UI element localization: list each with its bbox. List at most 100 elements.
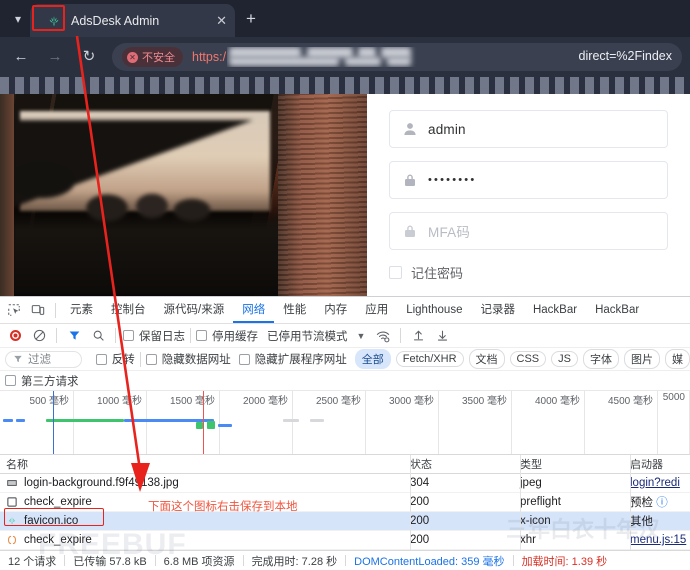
document-file-icon [6, 496, 18, 508]
tab-hackbar-1[interactable]: HackBar [524, 297, 586, 323]
overview-tick: 2000 毫秒 [243, 392, 288, 407]
insecure-badge[interactable]: ✕ 不安全 [122, 47, 183, 67]
checkbox-box [196, 330, 207, 341]
tab-application[interactable]: 应用 [356, 297, 397, 323]
column-divider[interactable] [410, 455, 411, 551]
filter-input[interactable]: 过滤 [5, 351, 82, 368]
tab-memory[interactable]: 内存 [315, 297, 356, 323]
hide-data-urls-label: 隐藏数据网址 [162, 351, 231, 367]
request-name-cell: check_expire [0, 534, 410, 546]
hide-data-urls-checkbox[interactable]: 隐藏数据网址 [146, 351, 231, 367]
upload-icon[interactable] [406, 324, 430, 348]
column-header-type[interactable]: 类型 [520, 456, 630, 472]
disable-cache-checkbox[interactable]: 停用缓存 [196, 328, 258, 344]
browser-tab[interactable]: AdsDesk Admin ✕ [30, 4, 235, 37]
type-filter-doc[interactable]: 文档 [469, 349, 505, 369]
mfa-field[interactable]: MFA码 [389, 212, 668, 250]
request-initiator[interactable]: 预检 ⓘ [630, 494, 690, 510]
column-header-name[interactable]: 名称 [0, 456, 410, 472]
remember-password-row[interactable]: 记住密码 [389, 263, 668, 282]
tab-hackbar-2[interactable]: HackBar [586, 297, 648, 323]
reload-icon[interactable]: ↻ [76, 44, 102, 70]
user-icon [402, 121, 418, 137]
photo-trees [12, 120, 282, 296]
column-header-status[interactable]: 状态 [410, 456, 520, 472]
invert-checkbox[interactable]: 反转 [96, 351, 135, 367]
tab-lighthouse[interactable]: Lighthouse [397, 297, 471, 323]
close-icon[interactable]: ✕ [210, 13, 227, 29]
wifi-settings-icon[interactable] [371, 324, 395, 348]
network-overview-timeline[interactable]: 500 毫秒 1000 毫秒 1500 毫秒 2000 毫秒 2500 毫秒 3… [0, 391, 690, 455]
type-filter-media[interactable]: 媒 [665, 349, 690, 369]
request-status: 200 [410, 496, 520, 508]
tab-recorder[interactable]: 记录器 [471, 297, 524, 323]
lock-icon [402, 223, 418, 239]
column-divider[interactable] [630, 455, 631, 551]
browser-tab-title: AdsDesk Admin [71, 14, 210, 28]
network-request-table: 名称 状态 类型 启动器 login-background.f9f49138.j… [0, 455, 690, 550]
dom-content-loaded-marker [53, 391, 54, 455]
tab-network[interactable]: 网络 [233, 297, 274, 323]
throttling-select[interactable]: 已停用节流模式 [267, 328, 348, 344]
address-bar[interactable]: ✕ 不安全 https:/ direct=%2Findex [112, 43, 682, 71]
chevron-down-icon[interactable]: ▼ [357, 331, 366, 341]
overview-tick: 500 毫秒 [30, 392, 69, 407]
request-status: 200 [410, 534, 520, 546]
filter-icon[interactable] [62, 324, 86, 348]
third-party-requests-checkbox[interactable]: 第三方请求 [5, 373, 79, 389]
request-name-cell: login-background.f9f49138.jpg [0, 477, 410, 489]
inspect-element-icon[interactable] [2, 298, 26, 322]
preserve-log-checkbox[interactable]: 保留日志 [123, 328, 185, 344]
type-filter-fetch-xhr[interactable]: Fetch/XHR [396, 351, 464, 367]
clear-icon[interactable] [27, 324, 51, 348]
type-filter-font[interactable]: 字体 [583, 349, 619, 369]
search-icon[interactable] [86, 324, 110, 348]
device-toolbar-icon[interactable] [26, 298, 50, 322]
request-initiator[interactable]: login?redi [630, 477, 690, 489]
column-header-initiator[interactable]: 启动器 [630, 456, 690, 472]
username-field[interactable]: admin [389, 110, 668, 148]
load-event-marker [203, 391, 204, 455]
overview-bar [46, 419, 124, 422]
record-icon[interactable] [3, 324, 27, 348]
table-row[interactable]: check_expire 200 preflight 预检 ⓘ [0, 493, 690, 512]
request-initiator-text: 预检 [630, 497, 653, 509]
invert-label: 反转 [112, 351, 135, 367]
tab-performance[interactable]: 性能 [274, 297, 315, 323]
checkbox-box [123, 330, 134, 341]
column-divider[interactable] [520, 455, 521, 551]
password-field[interactable]: •••••••• [389, 161, 668, 199]
script-file-icon [6, 534, 18, 546]
info-icon[interactable]: ⓘ [656, 497, 668, 509]
request-initiator[interactable]: menu.js:15 [630, 534, 690, 546]
divider [243, 555, 244, 566]
preserve-log-label: 保留日志 [139, 328, 185, 344]
divider [345, 555, 346, 566]
type-filter-img[interactable]: 图片 [624, 349, 660, 369]
remember-password-label: 记住密码 [411, 263, 463, 282]
tab-search-chevron-down-icon[interactable]: ▾ [8, 9, 28, 29]
table-row[interactable]: favicon.ico 200 x-icon 其他 [0, 512, 690, 531]
checkbox-box [146, 354, 157, 365]
network-controls-toolbar: 保留日志 停用缓存 已停用节流模式 ▼ [0, 324, 690, 348]
tab-console[interactable]: 控制台 [102, 297, 155, 323]
overview-bar [3, 419, 13, 422]
type-filter-all[interactable]: 全部 [355, 349, 391, 369]
remember-password-checkbox[interactable] [389, 266, 402, 279]
new-tab-button[interactable]: + [240, 9, 262, 31]
insecure-label: 不安全 [142, 49, 175, 65]
hide-extension-urls-checkbox[interactable]: 隐藏扩展程序网址 [239, 351, 347, 367]
tab-sources[interactable]: 源代码/来源 [155, 297, 234, 323]
overview-bar [218, 424, 232, 427]
arrow-right-icon[interactable]: → [42, 44, 68, 70]
hide-extension-urls-label: 隐藏扩展程序网址 [255, 351, 347, 367]
type-filter-css[interactable]: CSS [510, 351, 547, 367]
username-value: admin [428, 122, 466, 137]
download-icon[interactable] [430, 324, 454, 348]
tab-elements[interactable]: 元素 [61, 297, 102, 323]
table-row[interactable]: login-background.f9f49138.jpg 304 jpeg l… [0, 474, 690, 493]
arrow-left-icon[interactable]: ← [8, 44, 34, 70]
type-filter-js[interactable]: JS [551, 351, 578, 367]
overview-bar [16, 419, 25, 422]
table-row[interactable]: check_expire 200 xhr menu.js:15 [0, 531, 690, 550]
